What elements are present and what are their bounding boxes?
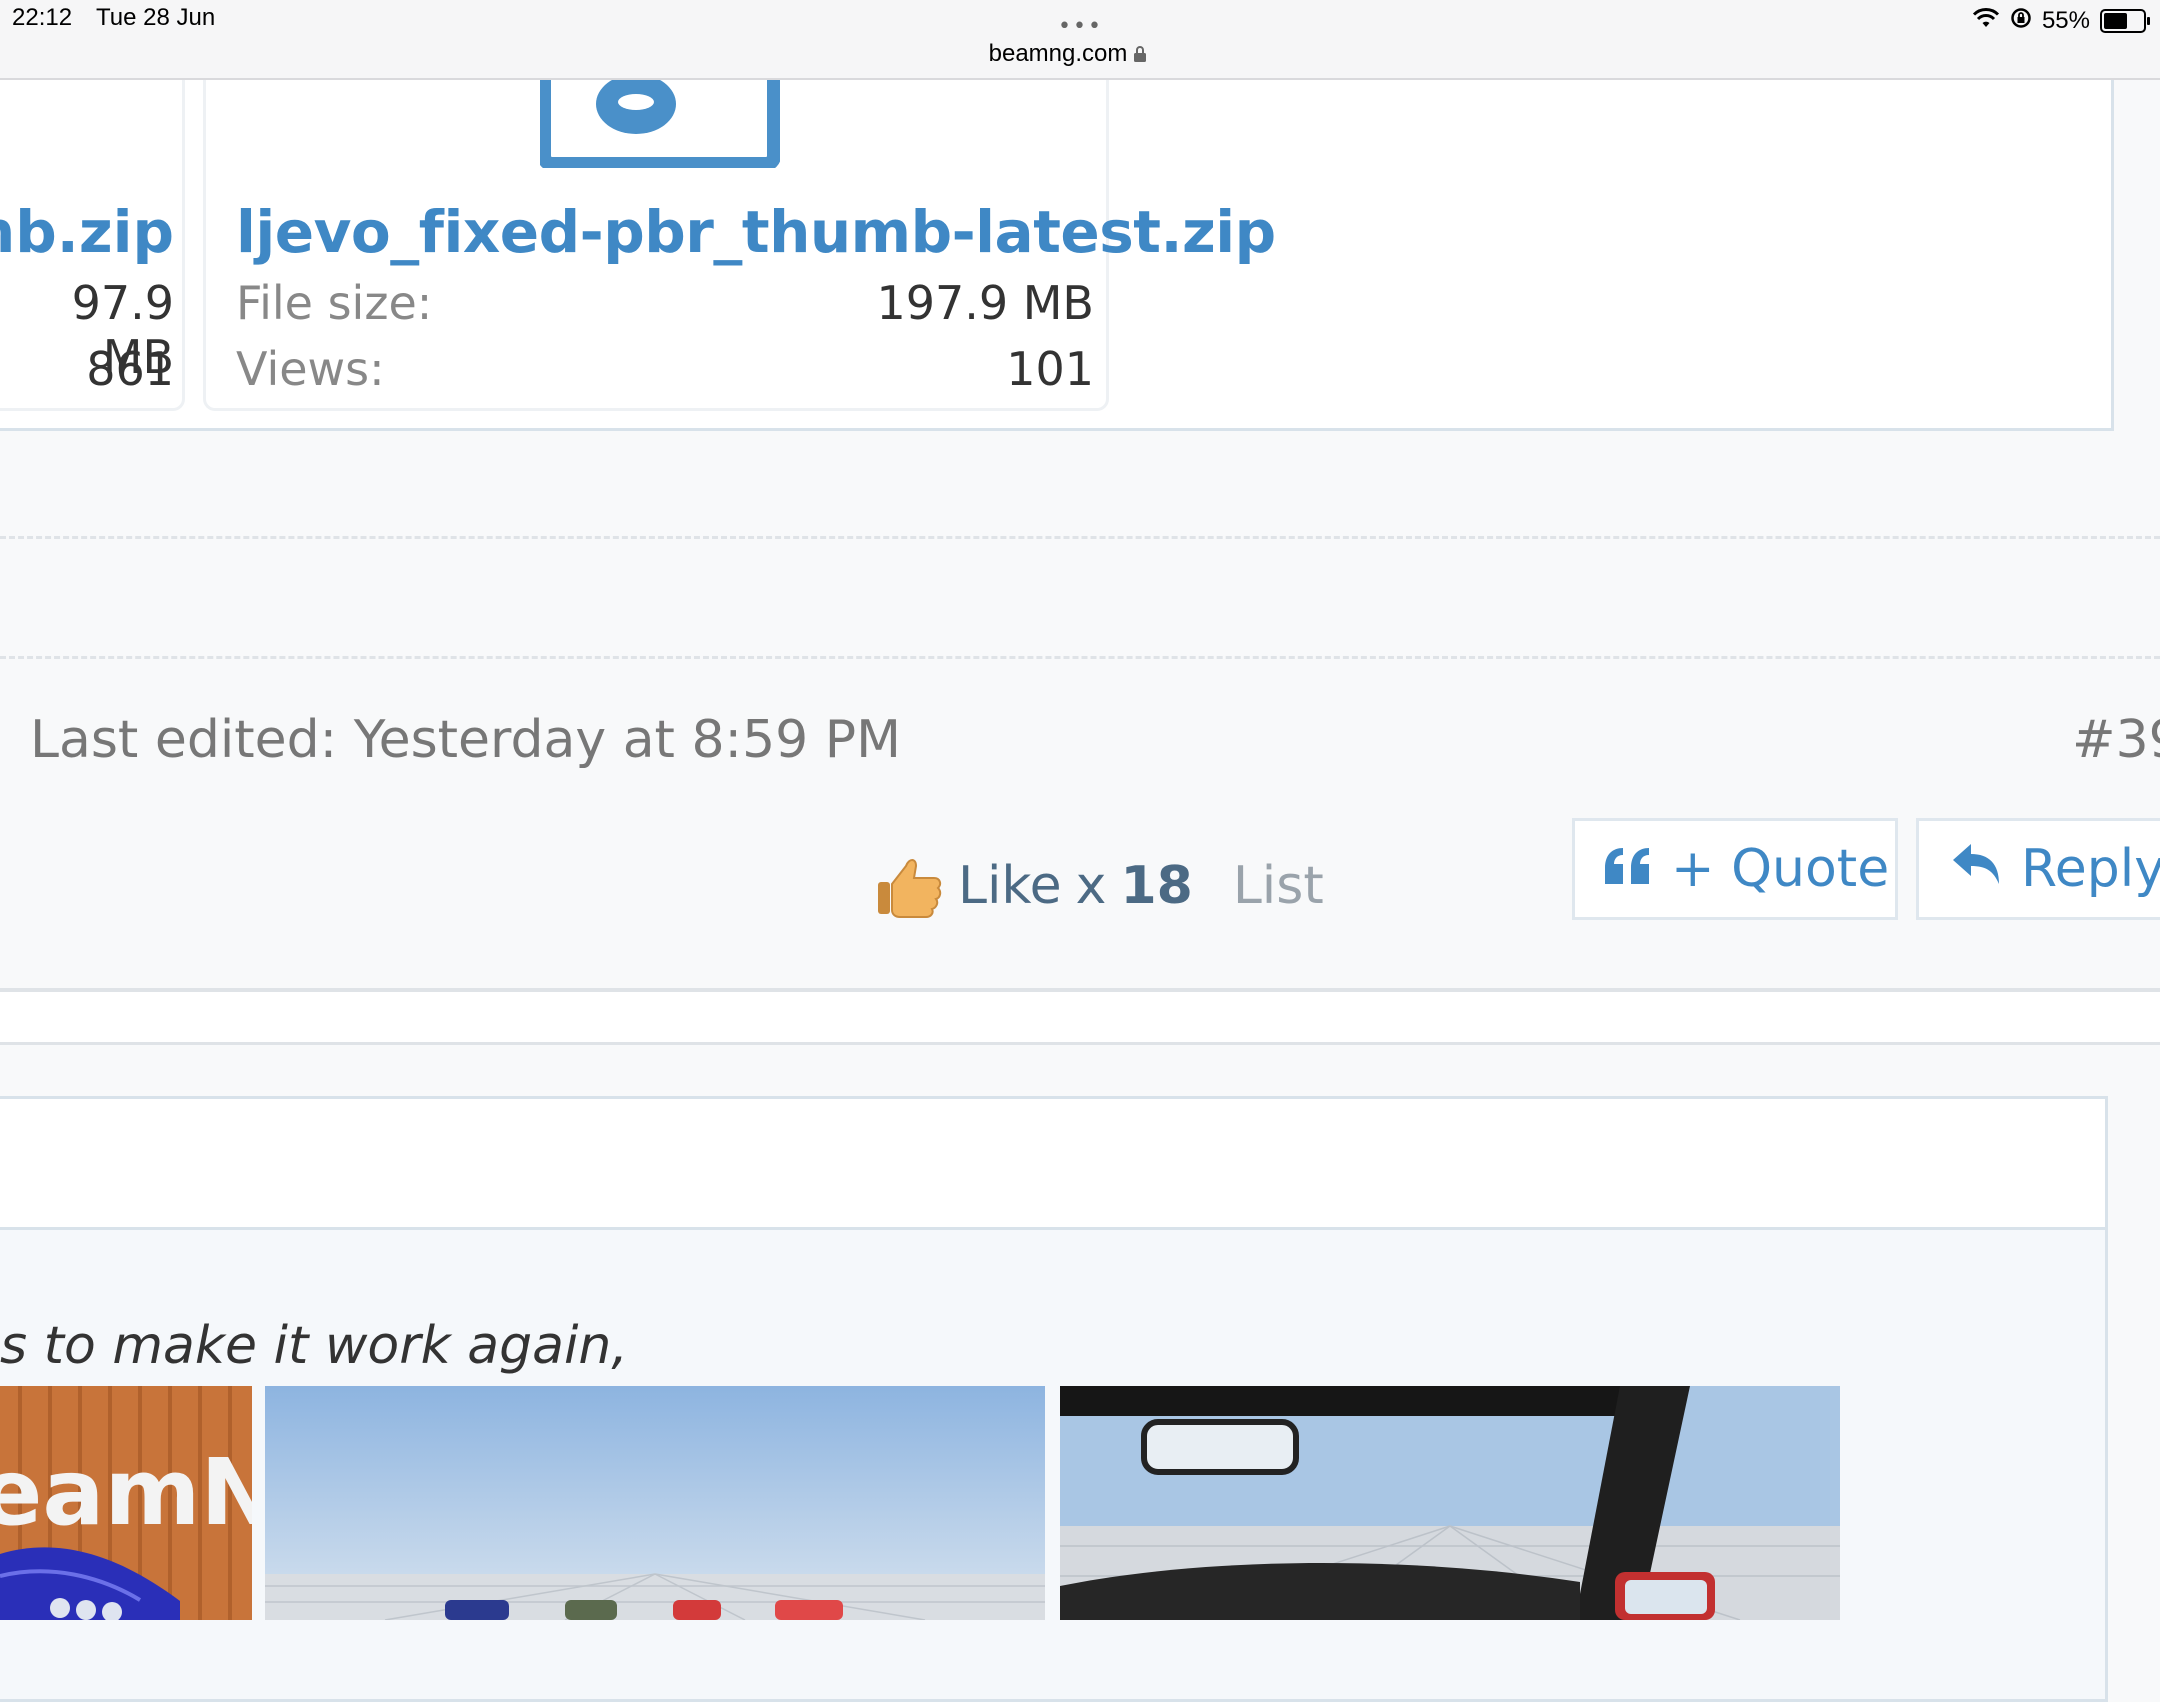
attachments-block: mb.zip 97.9 MB 861 ljevo_fixed-pbr_thumb… — [0, 58, 2114, 431]
attachment-filename[interactable]: mb.zip — [0, 198, 174, 266]
lock-icon — [1133, 42, 1147, 70]
attachment-card[interactable]: ljevo_fixed-pbr_thumb-latest.zip File si… — [203, 58, 1276, 411]
attachment-card[interactable]: mb.zip 97.9 MB 861 — [0, 58, 185, 411]
quote-button[interactable]: + Quote — [1572, 818, 1898, 920]
address-bar[interactable]: beamng.com — [0, 40, 2136, 70]
thumbs-up-icon — [876, 852, 944, 920]
browser-status-bar: 22:12 Tue 28 Jun ••• beamng.com 55% — [0, 0, 2160, 80]
battery-percent: 55% — [2041, 7, 2090, 34]
views-value: 861 — [86, 342, 174, 396]
quote-icon — [1603, 839, 1671, 899]
orientation-lock-icon — [2010, 7, 2032, 36]
likes-list-link[interactable]: List — [1233, 856, 1324, 916]
like-multiplier: x — [1075, 856, 1107, 916]
views-value: 101 — [1006, 342, 1094, 396]
dashed-divider — [0, 656, 2160, 659]
post-image-thumbnail[interactable]: eamNG — [0, 1386, 252, 1620]
like-count: 18 — [1120, 856, 1193, 916]
post-permalink[interactable]: #39 — [2072, 710, 2160, 770]
status-date: Tue 28 Jun — [96, 4, 216, 31]
status-indicators: 55% — [1972, 4, 2150, 38]
reply-icon — [1951, 839, 2021, 899]
last-edited-text: Last edited: Yesterday at 8:59 PM — [30, 710, 901, 770]
battery-icon — [2100, 9, 2150, 33]
file-size-label: File size: — [236, 276, 433, 330]
next-post-header — [0, 1099, 2105, 1230]
tab-menu-dots[interactable]: ••• — [1058, 14, 1103, 39]
post-gap — [0, 992, 2160, 1042]
address-url: beamng.com — [988, 40, 1128, 67]
attachment-filename[interactable]: ljevo_fixed-pbr_thumb-latest.zip — [236, 198, 1276, 266]
image-logo-text: eamNG — [0, 1439, 252, 1546]
views-label: Views: — [236, 342, 385, 396]
dashed-divider — [0, 536, 2160, 539]
quote-label: + Quote — [1671, 839, 1890, 899]
likes-summary: Like x 18 List — [876, 846, 1324, 926]
post-image-thumbnail[interactable] — [265, 1386, 1045, 1620]
reply-button[interactable]: Reply — [1916, 818, 2160, 920]
post-image-thumbnail[interactable] — [1060, 1386, 1840, 1620]
reply-label: Reply — [2021, 839, 2160, 899]
like-label: Like — [958, 856, 1062, 916]
wifi-icon — [1972, 7, 2000, 36]
status-time: 22:12 — [12, 4, 73, 31]
post-divider — [0, 1042, 2160, 1045]
file-size-value: 197.9 MB — [876, 276, 1094, 330]
post-body-text: s to make it work again, — [0, 1316, 628, 1376]
